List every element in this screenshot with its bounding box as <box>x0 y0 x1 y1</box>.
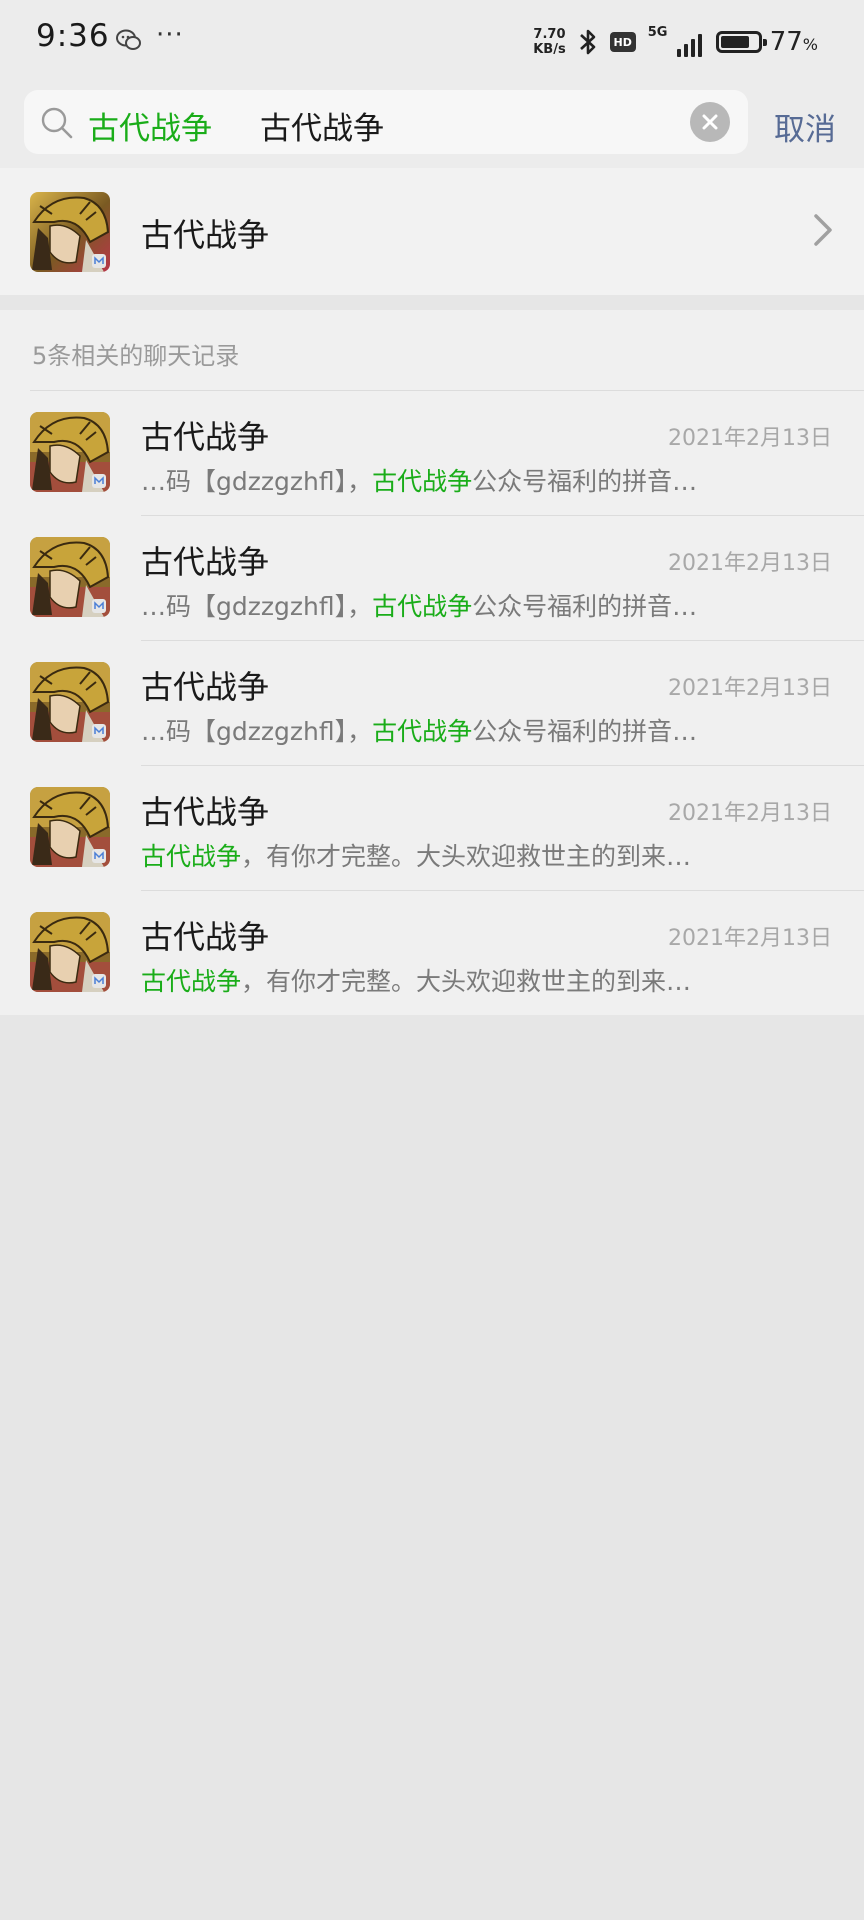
row-divider <box>141 890 864 891</box>
network-type-label: 5G <box>647 25 668 40</box>
chat-title: 古代战争 <box>141 668 270 706</box>
snippet-suffix: ，有你才完整。大头欢迎救世主的到来… <box>241 967 692 996</box>
chat-record-row[interactable]: 古代战争 2021年2月13日 …码【gdzzgzhfl】，古代战争公众号福利的… <box>0 640 864 765</box>
cancel-button[interactable]: 取消 <box>774 104 836 149</box>
search-area: 古代战争 古代战争 取消 <box>0 82 864 168</box>
search-input[interactable]: 古代战争 古代战争 <box>24 90 748 154</box>
chat-title: 古代战争 <box>141 793 270 831</box>
battery-percent-symbol: % <box>802 35 818 54</box>
battery-fill <box>720 36 749 48</box>
snippet-prefix: …码【gdzzgzhfl】， <box>141 467 373 496</box>
network-speed-unit: KB/s <box>533 42 566 57</box>
snippet-highlight: 古代战争 <box>141 967 242 996</box>
battery-percent: 77% <box>770 27 818 57</box>
battery-percent-value: 77 <box>769 27 803 57</box>
snippet-highlight: 古代战争 <box>141 842 242 871</box>
status-bar: 9:36 ··· 7.70 KB/s HD 5G 77% <box>0 0 864 82</box>
game-avatar-icon <box>30 787 110 867</box>
clear-icon <box>702 114 718 130</box>
snippet-suffix: 公众号福利的拼音… <box>472 467 698 496</box>
row-divider <box>141 515 864 516</box>
snippet-suffix: 公众号福利的拼音… <box>472 592 698 621</box>
chat-snippet: …码【gdzzgzhfl】，古代战争公众号福利的拼音… <box>141 712 697 748</box>
snippet-suffix: ，有你才完整。大头欢迎救世主的到来… <box>241 842 692 871</box>
chat-record-row[interactable]: 古代战争 2021年2月13日 …码【gdzzgzhfl】，古代战争公众号福利的… <box>0 390 864 515</box>
chat-record-row[interactable]: 古代战争 2021年2月13日 古代战争，有你才完整。大头欢迎救世主的到来… <box>0 890 864 1015</box>
status-time: 9:36 <box>36 18 110 54</box>
wechat-notification-icon <box>116 29 141 50</box>
row-divider <box>141 765 864 766</box>
chat-title: 古代战争 <box>141 918 270 956</box>
game-avatar-icon <box>30 912 110 992</box>
game-avatar-icon <box>30 662 110 742</box>
chat-snippet: …码【gdzzgzhfl】，古代战争公众号福利的拼音… <box>141 587 697 623</box>
game-avatar-icon <box>30 412 110 492</box>
chat-record-row[interactable]: 古代战争 2021年2月13日 …码【gdzzgzhfl】，古代战争公众号福利的… <box>0 515 864 640</box>
snippet-highlight: 古代战争 <box>372 467 473 496</box>
chat-date: 2021年2月13日 <box>668 551 832 576</box>
chat-record-row[interactable]: 古代战争 2021年2月13日 古代战争，有你才完整。大头欢迎救世主的到来… <box>0 765 864 890</box>
game-avatar-icon <box>30 537 110 617</box>
snippet-prefix: …码【gdzzgzhfl】， <box>141 717 373 746</box>
row-divider <box>30 390 864 391</box>
search-icon <box>41 107 73 139</box>
chat-title: 古代战争 <box>141 418 270 456</box>
network-speed-value: 7.70 <box>533 27 566 42</box>
chevron-right-icon <box>814 214 832 246</box>
snippet-highlight: 古代战争 <box>372 592 473 621</box>
chat-date: 2021年2月13日 <box>668 676 832 701</box>
chat-snippet: …码【gdzzgzhfl】，古代战争公众号福利的拼音… <box>141 462 697 498</box>
more-notifications-icon: ··· <box>156 20 184 50</box>
chat-title: 古代战争 <box>141 543 270 581</box>
chat-snippet: 古代战争，有你才完整。大头欢迎救世主的到来… <box>141 962 691 998</box>
chat-records-header: 5条相关的聊天记录 <box>0 310 864 390</box>
snippet-prefix: …码【gdzzgzhfl】， <box>141 592 373 621</box>
game-avatar-icon <box>30 192 110 272</box>
chat-snippet: 古代战争，有你才完整。大头欢迎救世主的到来… <box>141 837 691 873</box>
bluetooth-icon <box>579 29 596 55</box>
signal-bars <box>676 34 702 57</box>
account-result-row[interactable]: 古代战争 <box>0 168 864 295</box>
search-query[interactable]: 古代战争 <box>260 103 384 148</box>
snippet-suffix: 公众号福利的拼音… <box>472 717 698 746</box>
row-divider <box>141 640 864 641</box>
chat-records-title: 5条相关的聊天记录 <box>32 342 240 370</box>
network-speed: 7.70 KB/s <box>533 27 565 57</box>
chat-date: 2021年2月13日 <box>668 426 832 451</box>
search-token[interactable]: 古代战争 <box>88 103 212 148</box>
clear-search-button[interactable] <box>690 102 730 142</box>
chat-records-list: 古代战争 2021年2月13日 …码【gdzzgzhfl】，古代战争公众号福利的… <box>0 390 864 1015</box>
account-name: 古代战争 <box>141 216 270 254</box>
cellular-signal-icon: 5G <box>647 25 702 57</box>
hd-voice-icon: HD <box>609 32 636 52</box>
snippet-highlight: 古代战争 <box>372 717 473 746</box>
chat-date: 2021年2月13日 <box>668 801 832 826</box>
status-indicators: 7.70 KB/s HD 5G 77% <box>533 22 818 62</box>
chat-date: 2021年2月13日 <box>668 926 832 951</box>
battery-icon <box>715 31 767 53</box>
